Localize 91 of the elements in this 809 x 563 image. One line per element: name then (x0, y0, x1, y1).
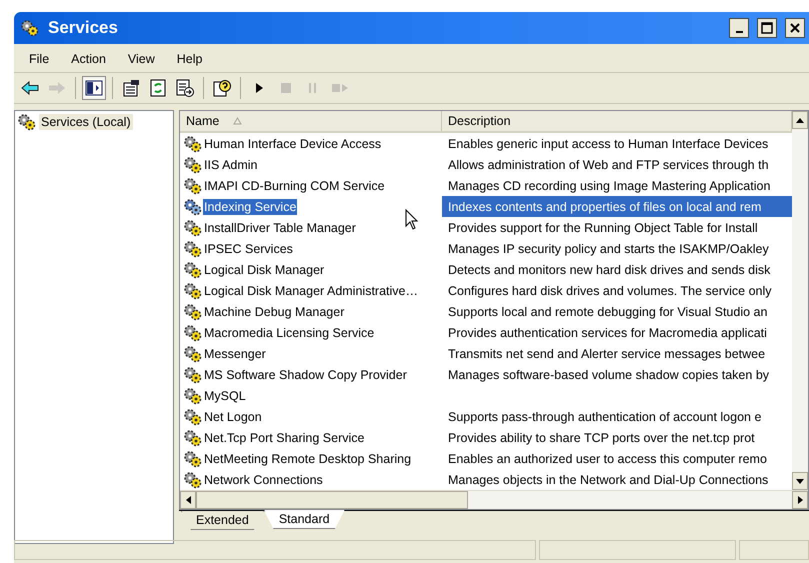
service-description: Manages CD recording using Image Mastering Application (447, 178, 772, 195)
service-name[interactable]: Indexing Service (203, 198, 298, 214)
service-name[interactable]: InstallDriver Table Manager (203, 220, 357, 236)
scroll-up-button[interactable] (792, 111, 808, 129)
column-header[interactable]: Name (180, 111, 442, 131)
service-name[interactable]: NetMeeting Remote Desktop Sharing (203, 450, 412, 466)
service-description: Provides ability to share TCP ports over the net.tcp prot (447, 430, 756, 447)
service-name[interactable]: Macromedia Licensing Service (203, 324, 376, 340)
play-icon (253, 81, 265, 95)
menu-item[interactable]: Action (60, 52, 117, 66)
scroll-right-button[interactable] (792, 491, 808, 509)
gears-icon (183, 450, 203, 468)
gears-icon (183, 302, 203, 320)
service-name[interactable]: IIS Admin (203, 156, 258, 172)
service-name[interactable]: Net.Tcp Port Sharing Service (203, 430, 366, 446)
window-title: Services (48, 18, 119, 38)
service-description: Enables generic input access to Human Interface Devices (447, 136, 770, 153)
service-name[interactable]: Messenger (203, 346, 267, 362)
gears-icon (183, 408, 203, 426)
forward-arrow-icon (48, 81, 66, 95)
gears-icon (183, 324, 203, 342)
tree-item[interactable]: Services (Local) (39, 114, 133, 130)
right-caret-icon (798, 496, 802, 504)
gears-icon (183, 366, 203, 384)
service-description: Enables an authorized user to access this computer remo (447, 450, 768, 468)
minimize-icon (736, 31, 742, 33)
maximize-button[interactable] (757, 18, 777, 38)
service-name[interactable]: Network Connections (203, 472, 324, 488)
service-description: Allows administration of Web and FTP services through th (447, 156, 770, 174)
service-description: Supports local and remote debugging for Visual Studio an (447, 304, 768, 321)
service-name[interactable]: MySQL (203, 388, 247, 404)
maximize-icon (761, 22, 773, 34)
service-name[interactable]: Machine Debug Manager (203, 304, 346, 320)
gears-icon (183, 344, 203, 362)
minimize-button[interactable] (729, 18, 749, 38)
gears-icon (183, 282, 203, 300)
service-description: Supports pass-through authentication of account logon e (447, 408, 762, 426)
down-caret-icon (796, 478, 804, 484)
vertical-scrollbar[interactable] (792, 111, 808, 490)
menu-item[interactable]: File (18, 52, 60, 66)
service-name[interactable]: Human Interface Device Access (203, 136, 382, 152)
service-name[interactable]: IPSEC Services (203, 240, 294, 256)
back-arrow-icon (21, 81, 39, 95)
gears-icon (183, 428, 203, 446)
panes-icon (85, 80, 103, 96)
pause-icon (307, 82, 319, 94)
properties-icon (122, 79, 140, 97)
service-name[interactable]: Logical Disk Manager Administrative… (203, 282, 419, 298)
view-tab[interactable]: Extended (181, 511, 264, 530)
view-tab[interactable]: Standard (264, 510, 345, 529)
gears-icon (17, 113, 37, 131)
service-description: Manages objects in the Network and Dial-Up Connections (447, 472, 770, 489)
service-name[interactable]: MS Software Shadow Copy Provider (203, 366, 408, 382)
close-icon (789, 22, 801, 34)
gears-icon (183, 240, 203, 258)
service-description: Transmits net send and Alerter service messages betwee (447, 346, 766, 363)
service-description: Detects and monitors new hard disk drives and sends disk (447, 262, 772, 278)
service-description: Manages software-based volume shadow copies taken by (447, 366, 770, 384)
scroll-thumb[interactable] (196, 491, 468, 509)
gears-icon (183, 470, 203, 488)
service-name[interactable]: Logical Disk Manager (203, 262, 326, 278)
gears-icon (183, 260, 203, 278)
service-name[interactable]: IMAPI CD-Burning COM Service (203, 178, 386, 194)
scroll-left-button[interactable] (180, 491, 196, 509)
service-name[interactable]: Net Logon (203, 408, 263, 424)
toolbar-button[interactable] (82, 76, 106, 100)
stop-icon (280, 82, 292, 94)
export-list-icon (176, 79, 194, 97)
up-caret-icon (796, 118, 804, 122)
service-description: Provides authentication services for Macromedia applicati (447, 324, 768, 342)
gears-icon (183, 176, 203, 194)
menu-item[interactable]: Help (166, 52, 214, 66)
close-button[interactable] (785, 18, 805, 38)
mouse-pointer-icon (405, 209, 419, 231)
gears-icon (183, 134, 203, 152)
service-description: Configures hard disk drives and volumes. The service only (447, 282, 773, 300)
restart-icon (331, 82, 349, 94)
gears-icon (183, 386, 203, 404)
service-description: Indexes contents and properties of files on local and rem (442, 196, 792, 217)
scroll-down-button[interactable] (792, 472, 808, 490)
help-icon (213, 79, 231, 97)
left-caret-icon (186, 496, 190, 504)
gears-icon (183, 156, 203, 174)
horizontal-scrollbar[interactable] (180, 490, 808, 509)
service-description: Manages IP security policy and starts the ISAKMP/Oakley (447, 240, 770, 258)
gears-icon (183, 198, 203, 216)
refresh-icon (150, 79, 166, 97)
gears-icon (20, 19, 40, 37)
service-description: Provides support for the Running Object Table for Install (447, 220, 759, 237)
gears-icon (183, 218, 203, 236)
menu-item[interactable]: View (116, 52, 166, 66)
